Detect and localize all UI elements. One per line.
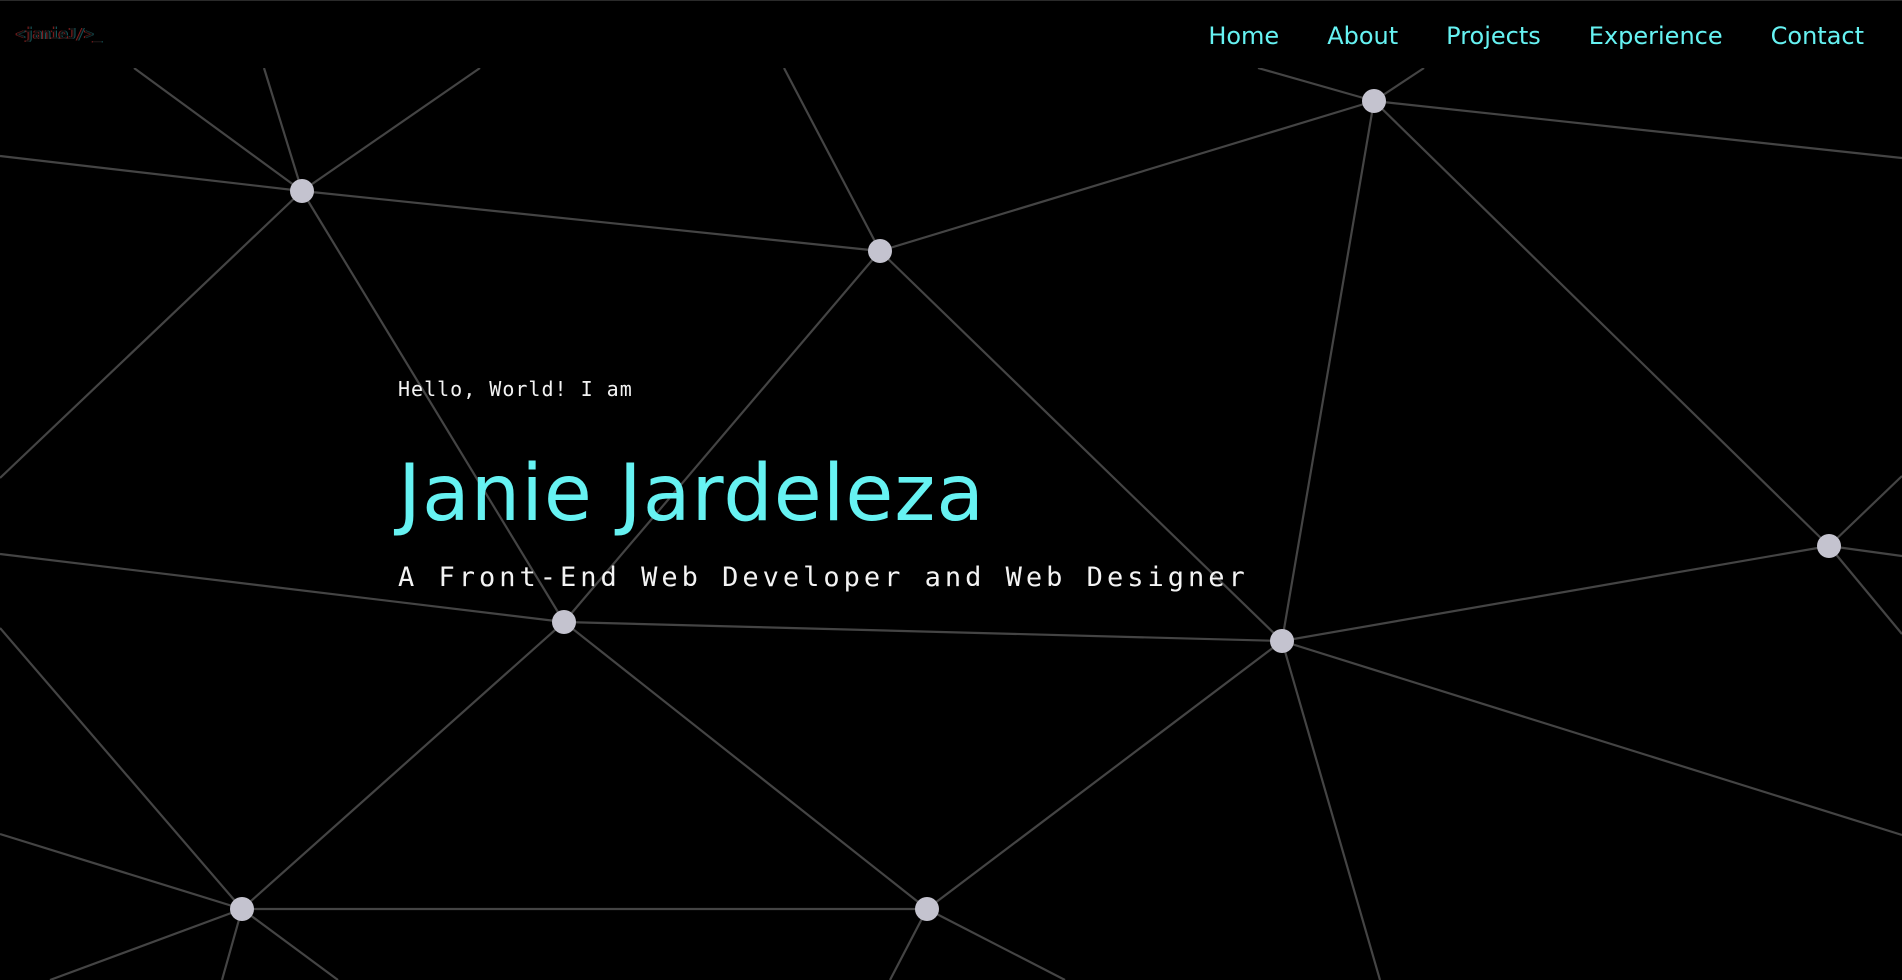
nav-link-contact[interactable]: Contact bbox=[1771, 18, 1864, 54]
network-node bbox=[230, 897, 254, 921]
main-nav: Home About Projects Experience Contact bbox=[1208, 18, 1864, 54]
top-navigation-bar: <janieJ/>_ Home About Projects Experienc… bbox=[0, 0, 1902, 68]
nav-link-about[interactable]: About bbox=[1327, 18, 1398, 54]
hero-section: Hello, World! I am Janie Jardeleza A Fro… bbox=[398, 374, 1249, 598]
network-node bbox=[1270, 629, 1294, 653]
nav-link-projects[interactable]: Projects bbox=[1446, 18, 1541, 54]
nav-link-home[interactable]: Home bbox=[1208, 18, 1279, 54]
nav-link-experience[interactable]: Experience bbox=[1589, 18, 1723, 54]
network-node bbox=[1362, 89, 1386, 113]
network-node bbox=[1817, 534, 1841, 558]
network-node bbox=[552, 610, 576, 634]
network-node bbox=[868, 239, 892, 263]
network-node bbox=[290, 179, 314, 203]
network-node bbox=[915, 897, 939, 921]
hero-name-heading: Janie Jardeleza bbox=[398, 449, 986, 539]
hero-greeting: Hello, World! I am bbox=[398, 377, 633, 401]
page: <janieJ/>_ Home About Projects Experienc… bbox=[0, 0, 1902, 980]
hero-tagline: A Front-End Web Developer and Web Design… bbox=[398, 562, 1249, 593]
site-logo[interactable]: <janieJ/>_ bbox=[16, 25, 102, 43]
